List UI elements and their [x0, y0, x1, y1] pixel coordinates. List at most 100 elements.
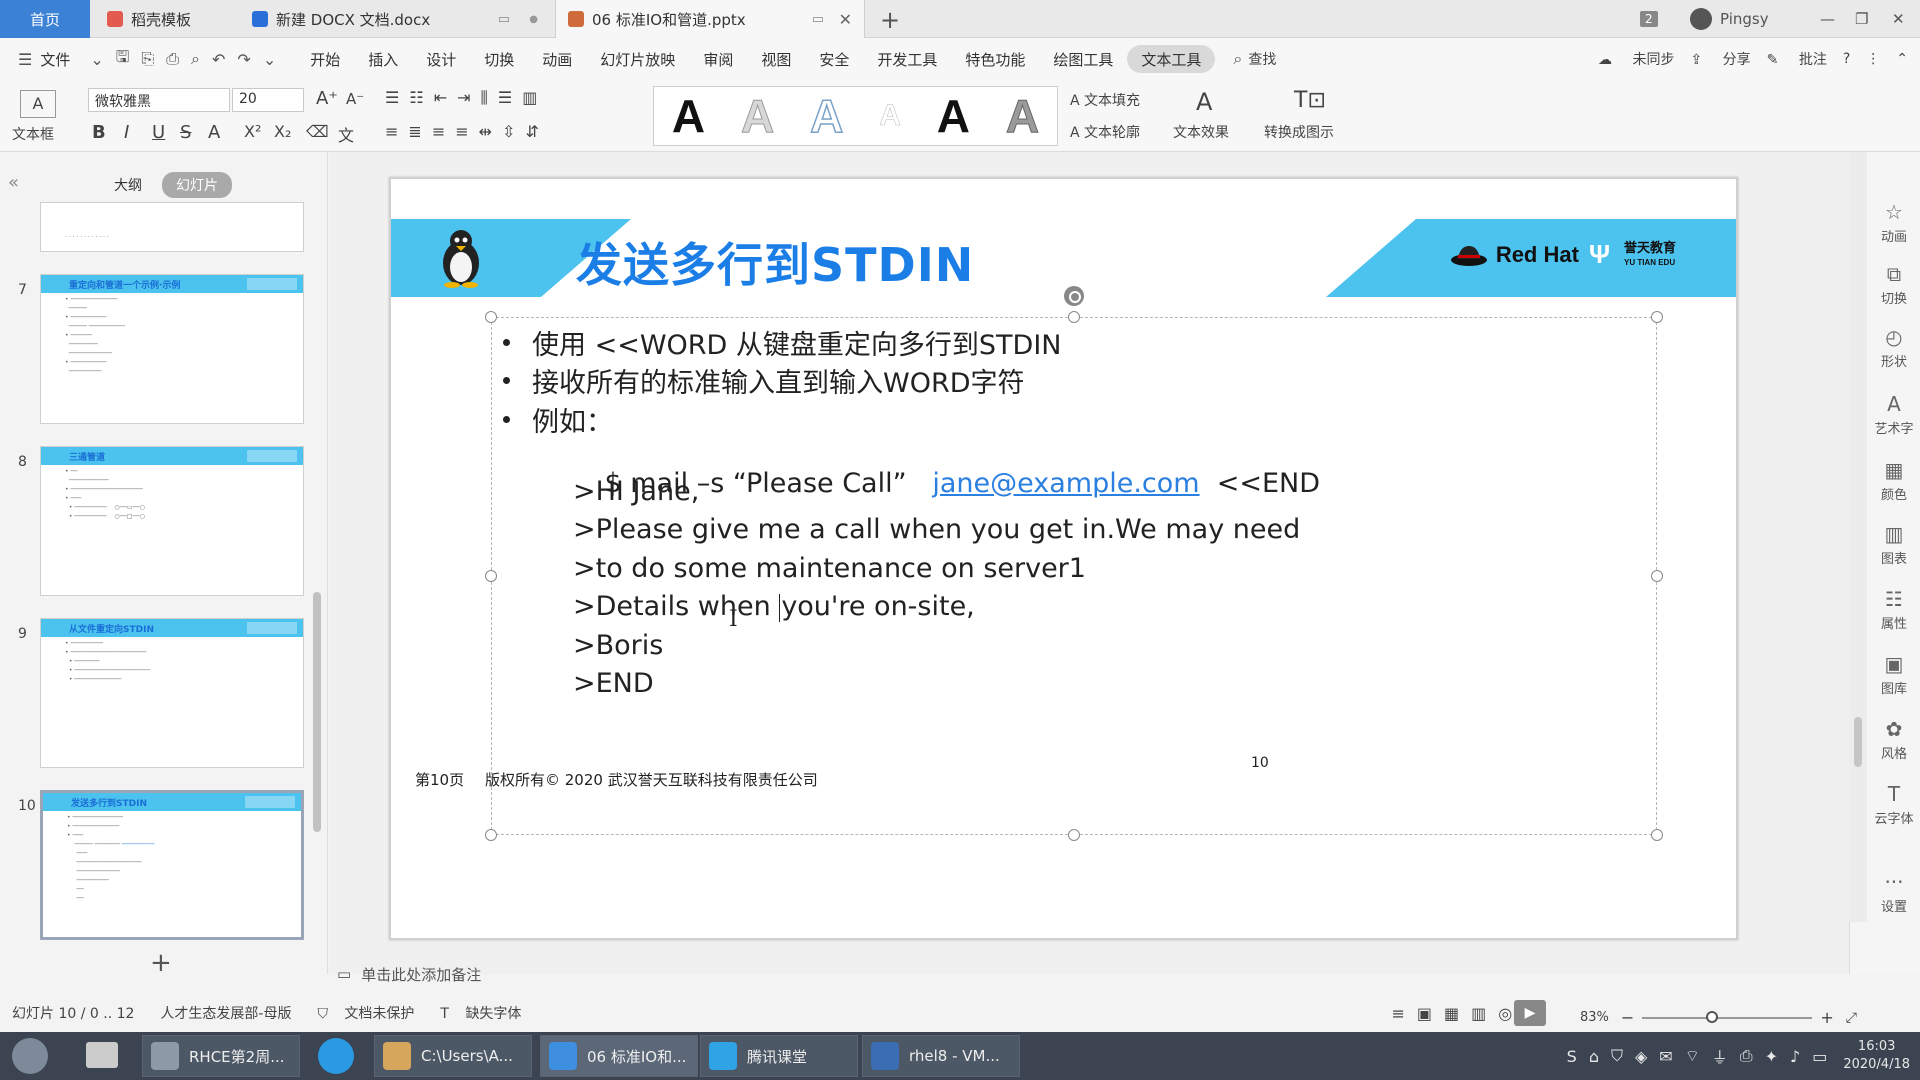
view-mode-icons[interactable]: ≡▣▦▥◎ [1391, 1004, 1524, 1023]
convert-to-smartart[interactable]: 转换成图示 [1264, 122, 1334, 142]
text-fill-button[interactable]: A 文本填充 [1070, 90, 1140, 110]
slide[interactable]: 发送多行到STDIN Red Hat Ψ 誉天教育 YU TIAN EDU 使用… [389, 177, 1738, 940]
more-icon[interactable]: ⌄ [257, 50, 282, 69]
display-icon[interactable]: ▭ [1812, 1047, 1827, 1066]
font-color-icon[interactable]: A [208, 122, 220, 143]
minimize-button[interactable]: — [1820, 0, 1835, 38]
hamburger-icon[interactable]: ☰ [12, 50, 38, 69]
canvas-scrollbar[interactable] [1849, 152, 1867, 922]
convert-icon[interactable]: T⊡ [1294, 88, 1326, 113]
textbox-icon[interactable]: A [20, 90, 56, 118]
menu-slideshow[interactable]: 幻灯片放映 [586, 45, 689, 73]
superscript-icon[interactable]: X² [244, 122, 261, 141]
right-tool-gallery[interactable]: ▣ 图库 [1868, 652, 1920, 697]
menu-design[interactable]: 设计 [412, 45, 470, 73]
zoom-out-icon[interactable]: − [1621, 1008, 1634, 1027]
grow-font-icon[interactable]: A⁺ [316, 88, 338, 109]
font-size-select[interactable]: 20 [232, 88, 304, 112]
menu-text-tools[interactable]: 文本工具 [1127, 45, 1216, 73]
chevron-down-icon[interactable]: ⌄ [84, 50, 109, 69]
close-icon[interactable]: ✕ [839, 10, 852, 29]
thumb-scrollbar[interactable] [313, 592, 321, 832]
comment-button[interactable]: ✎ 批注 [1767, 49, 1827, 69]
save-icon[interactable]: 🖫 [110, 46, 136, 73]
style-a-bold[interactable]: A [937, 89, 970, 143]
slide-thumb-9[interactable]: 从文件重定向STDIN • ───────── • ───────────────… [40, 618, 304, 768]
menu-file[interactable]: 文件 [38, 45, 84, 73]
tab-outline[interactable]: 大纲 [100, 172, 156, 198]
resize-handle[interactable] [485, 570, 497, 582]
print-icon[interactable]: ⎙ [160, 49, 185, 69]
text-effect-icon[interactable]: A [1196, 88, 1212, 116]
style-a-black[interactable]: A [672, 89, 705, 143]
undo-icon[interactable]: ↶ [206, 50, 231, 69]
resize-handle[interactable] [1068, 311, 1080, 323]
zoom-in-icon[interactable]: + [1820, 1008, 1833, 1027]
notes-bar[interactable]: ▭ 单击此处添加备注 [329, 960, 1849, 988]
shrink-font-icon[interactable]: A⁻ [346, 90, 364, 108]
style-a-outline[interactable]: A [809, 89, 844, 143]
right-tool-animation[interactable]: ☆ 动画 [1868, 200, 1920, 245]
monitor-icon[interactable]: ▭ [498, 12, 510, 27]
collapse-pane-icon[interactable]: « [8, 172, 19, 193]
sync-button[interactable]: ☁ 未同步 [1598, 49, 1674, 69]
add-slide-button[interactable]: + [150, 948, 172, 978]
zoom-slider[interactable] [1642, 1010, 1813, 1023]
export-icon[interactable]: ⎘ [135, 49, 160, 69]
resize-handle[interactable] [485, 829, 497, 841]
resize-handle[interactable] [1068, 829, 1080, 841]
taskbar-item[interactable]: RHCE第2周... [142, 1035, 300, 1077]
sogou-tray-icon[interactable]: S [1567, 1047, 1577, 1066]
app-tray-icon[interactable]: ◈ [1635, 1047, 1647, 1066]
missing-font[interactable]: T 缺失字体 [440, 1003, 521, 1023]
style-a-gray[interactable]: A [741, 89, 775, 143]
slide-thumb-8[interactable]: 三通管道 • ── ─────────── • ─────────────────… [40, 446, 304, 596]
eraser-icon[interactable]: ⌫ [306, 122, 329, 141]
list-icons[interactable]: ☰☷⇤⇥⫼☰▥ [385, 88, 547, 108]
right-tool-settings[interactable]: ··· 设置 [1868, 870, 1920, 915]
bird-icon[interactable]: ✦ [1765, 1047, 1778, 1066]
clock[interactable]: 16:03 2020/4/18 [1843, 1038, 1910, 1074]
chat-icon[interactable]: ✉ [1659, 1047, 1672, 1066]
slide-title[interactable]: 发送多行到STDIN [576, 229, 974, 295]
right-tool-wordart[interactable]: A 艺术字 [1868, 392, 1920, 437]
search-label[interactable]: 查找 [1248, 49, 1276, 69]
start-button[interactable] [12, 1038, 48, 1074]
help-icon[interactable]: ? [1843, 51, 1850, 67]
share-button[interactable]: ⇪ 分享 [1690, 49, 1750, 69]
menu-drawing-tools[interactable]: 绘图工具 [1039, 45, 1127, 73]
taskbar-app-icon[interactable] [86, 1042, 118, 1068]
text-effect-label[interactable]: 文本效果 [1173, 122, 1229, 142]
style-a-shadow[interactable]: A [1005, 89, 1039, 143]
taskbar-item[interactable]: 06 标准IO和... [540, 1035, 698, 1077]
menu-review[interactable]: 审阅 [689, 45, 747, 73]
wifi-icon[interactable]: ⌔ [1685, 1046, 1700, 1066]
volume-icon[interactable]: ♪ [1790, 1047, 1800, 1066]
menu-features[interactable]: 特色功能 [951, 45, 1039, 73]
subscript-icon[interactable]: X₂ [274, 122, 291, 141]
menu-insert[interactable]: 插入 [354, 45, 412, 73]
text-outline-button[interactable]: A 文本轮廓 [1070, 122, 1140, 142]
protect-status[interactable]: ⛉ 文档未保护 [317, 1003, 414, 1023]
template-name[interactable]: 人才生态发展部-母版 [160, 1003, 291, 1023]
strikethrough-icon[interactable]: S [180, 122, 191, 143]
user-area[interactable]: Pingsy [1690, 0, 1769, 38]
right-tool-transition[interactable]: ⧉ 切换 [1868, 262, 1920, 307]
align-icons[interactable]: ≡≣≡≡⇹⇳⇵ [385, 122, 549, 141]
zoom-level[interactable]: 83% [1580, 1010, 1609, 1025]
slide-thumb-7[interactable]: 重定向和管道一个示例·示例 • ───────────── ───── • ───… [40, 274, 304, 424]
right-tool-style[interactable]: ✿ 风格 [1868, 717, 1920, 762]
bold-icon[interactable]: B [92, 122, 106, 143]
right-tool-color[interactable]: ▦ 颜色 [1868, 458, 1920, 503]
tab-docer[interactable]: 稻壳模板 [95, 0, 250, 38]
menu-security[interactable]: 安全 [805, 45, 863, 73]
tab-slides[interactable]: 幻灯片 [162, 172, 232, 198]
menu-transition[interactable]: 切换 [470, 45, 528, 73]
shield-icon[interactable]: ⛉ [1611, 1046, 1623, 1066]
phonetic-icon[interactable]: 文 [338, 122, 354, 146]
rotate-handle[interactable] [1064, 286, 1084, 306]
resize-handle[interactable] [1651, 570, 1663, 582]
tab-home[interactable]: 首页 [0, 0, 90, 38]
printer-icon[interactable]: ⎙ [1740, 1046, 1753, 1066]
italic-icon[interactable]: I [124, 122, 129, 143]
